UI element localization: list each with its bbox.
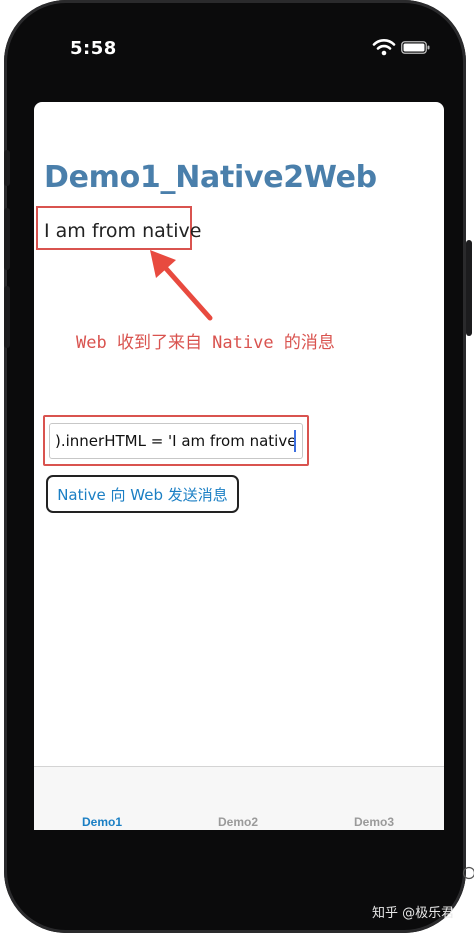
send-to-web-button[interactable]: Native 向 Web 发送消息 bbox=[46, 475, 239, 513]
power-button bbox=[466, 240, 472, 336]
watermark: 知乎 @极乐君 bbox=[372, 906, 455, 921]
arrow-icon bbox=[150, 250, 213, 321]
text-cursor bbox=[294, 430, 296, 452]
volume-down-button bbox=[4, 286, 10, 348]
battery-icon bbox=[401, 41, 430, 54]
tab-bar: Demo1 Demo2 Demo3 bbox=[34, 766, 444, 830]
tab-demo2[interactable]: Demo2 bbox=[188, 815, 288, 829]
phone-frame: 5:58 Demo1_Native2Web I am from native W… bbox=[4, 0, 472, 933]
help-icon bbox=[462, 866, 474, 880]
volume-up-button bbox=[4, 208, 10, 270]
received-message: I am from native bbox=[44, 220, 202, 242]
message-input[interactable] bbox=[50, 424, 296, 458]
tab-demo3[interactable]: Demo3 bbox=[324, 815, 424, 829]
annotation-text: Web 收到了来自 Native 的消息 bbox=[76, 333, 335, 353]
mute-switch bbox=[4, 150, 10, 186]
status-bar: 5:58 bbox=[4, 0, 474, 80]
app-screen: Demo1_Native2Web I am from native Web 收到… bbox=[34, 102, 444, 830]
tab-demo1[interactable]: Demo1 bbox=[52, 815, 152, 829]
page-title: Demo1_Native2Web bbox=[44, 160, 377, 195]
wifi-icon bbox=[372, 39, 396, 56]
status-time: 5:58 bbox=[70, 38, 117, 59]
